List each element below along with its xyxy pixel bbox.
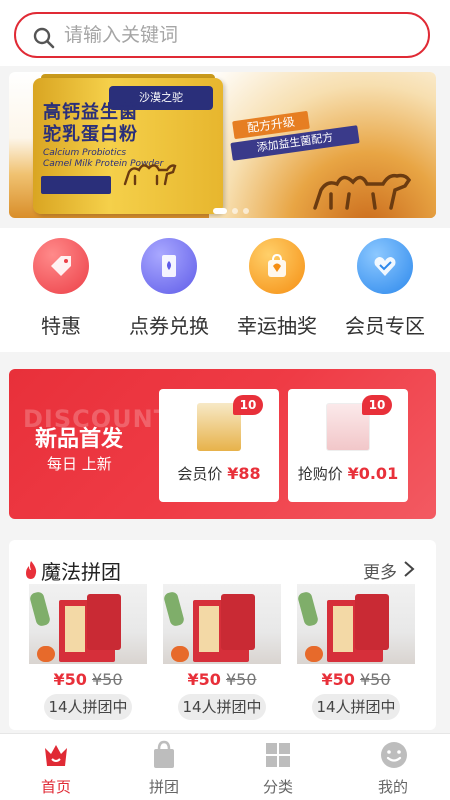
quick-nav-lucky-draw[interactable]: 幸运抽奖 [222, 238, 332, 348]
promo-banner[interactable]: 沙漠之驼 高钙益生菌 驼乳蛋白粉 Calcium Probiotics Came… [9, 72, 436, 218]
tab-category[interactable]: 分类 [222, 734, 334, 800]
decoration-leaf [29, 590, 52, 628]
gift-box-label [333, 606, 353, 652]
group-count-badge: 14人拼团中 [44, 694, 132, 720]
new-arrival-section[interactable]: DISCOUNT 新品首发 每日 上新 10 会员价 ¥88 10 抢购价 ¥0… [9, 369, 436, 519]
new-arrival-card-member[interactable]: 10 会员价 ¥88 [159, 389, 279, 502]
price-original: ¥50 [225, 670, 257, 689]
chevron-right-icon[interactable] [402, 560, 416, 578]
shopping-bag-icon [154, 740, 174, 768]
quantity-badge: 10 [362, 395, 392, 415]
quick-nav-label: 幸运抽奖 [237, 314, 317, 338]
group-buy-item[interactable]: ¥50 ¥50 14人拼团中 [297, 584, 415, 724]
new-arrival-card-flash[interactable]: 10 抢购价 ¥0.01 [288, 389, 408, 502]
product-image [29, 584, 147, 664]
price-now: ¥50 [187, 670, 221, 689]
group-count-badge: 14人拼团中 [312, 694, 400, 720]
carousel-dot-active[interactable] [213, 208, 227, 214]
group-buy-item[interactable]: ¥50 ¥50 14人拼团中 [163, 584, 281, 724]
decoration-leaf [163, 590, 186, 628]
new-arrival-title: 新品首发 [35, 427, 124, 452]
search-box[interactable] [14, 12, 430, 58]
price-original: ¥50 [359, 670, 391, 689]
currency-symbol: ¥ [227, 464, 239, 483]
gift-bag-icon [249, 238, 305, 294]
price-original: ¥50 [91, 670, 123, 689]
coupon-icon [141, 238, 197, 294]
tab-group-buy[interactable]: 拼团 [108, 734, 220, 800]
product-image [297, 584, 415, 664]
search-bar [0, 0, 450, 66]
price-now: ¥50 [321, 670, 355, 689]
quantity-badge: 10 [233, 395, 263, 415]
gift-box-label [65, 606, 85, 652]
smiley-icon [381, 742, 407, 768]
tab-profile[interactable]: 我的 [337, 734, 449, 800]
tab-label: 我的 [377, 778, 408, 796]
price-now: ¥50 [53, 670, 87, 689]
camel-walking-icon [313, 173, 412, 210]
new-arrival-subtitle: 每日 上新 [47, 455, 112, 473]
bottom-tab-bar: 首页 拼团 分类 我的 [0, 733, 450, 800]
can-product-name: 高钙益生菌 驼乳蛋白粉 [43, 102, 138, 146]
quick-nav-label: 点券兑换 [129, 314, 209, 338]
price-row: 抢购价 ¥0.01 [288, 463, 408, 484]
camel-illustration [123, 164, 177, 186]
quick-nav: 特惠 点券兑换 幸运抽奖 会员专区 [0, 228, 450, 352]
price-label: 会员价 [177, 465, 223, 483]
tab-home[interactable]: 首页 [0, 734, 112, 800]
price-value: 88 [238, 464, 261, 483]
search-icon [33, 27, 55, 49]
can-product-name-line1: 高钙益生菌 [43, 102, 138, 123]
can-product-name-line2: 驼乳蛋白粉 [43, 124, 138, 145]
decoration-fruit [171, 646, 189, 662]
tab-label: 分类 [262, 778, 293, 796]
decoration-leaf [297, 590, 320, 628]
price-label: 抢购价 [297, 465, 343, 483]
price-value: 0.01 [358, 464, 399, 483]
quick-nav-label: 会员专区 [345, 314, 425, 338]
gift-box-label [199, 606, 219, 652]
grid-icon [266, 743, 290, 767]
gift-bag [87, 594, 121, 650]
product-image [163, 584, 281, 664]
home-crown-icon [45, 745, 67, 766]
price-row: ¥50 ¥50 [297, 670, 415, 689]
carousel-dots [213, 208, 249, 214]
search-input[interactable] [64, 20, 404, 50]
gift-bag [355, 594, 389, 650]
tag-icon [33, 238, 89, 294]
price-row: 会员价 ¥88 [159, 463, 279, 484]
quick-nav-member-zone[interactable]: 会员专区 [330, 238, 440, 348]
fire-icon [26, 561, 37, 579]
can-label-band [41, 176, 111, 194]
group-buy-title: 魔法拼团 [41, 560, 121, 584]
carousel-dot[interactable] [232, 208, 238, 214]
decoration-fruit [37, 646, 55, 662]
tab-label: 首页 [40, 778, 71, 796]
heart-hands-icon [357, 238, 413, 294]
price-row: ¥50 ¥50 [29, 670, 147, 689]
group-buy-item[interactable]: ¥50 ¥50 14人拼团中 [29, 584, 147, 724]
quick-nav-discount[interactable]: 特惠 [6, 238, 116, 348]
carousel-dot[interactable] [243, 208, 249, 214]
decoration-fruit [305, 646, 323, 662]
quick-nav-label: 特惠 [41, 314, 81, 338]
tab-label: 拼团 [148, 778, 179, 796]
gift-bag [221, 594, 255, 650]
group-buy-section: 魔法拼团 更多 ¥50 ¥50 14人拼团中 ¥50 ¥50 14人拼团中 ¥5… [9, 540, 436, 730]
price-row: ¥50 ¥50 [163, 670, 281, 689]
currency-symbol: ¥ [347, 464, 359, 483]
group-count-badge: 14人拼团中 [178, 694, 266, 720]
more-link[interactable]: 更多 [363, 558, 397, 583]
quick-nav-coupon-exchange[interactable]: 点券兑换 [114, 238, 224, 348]
